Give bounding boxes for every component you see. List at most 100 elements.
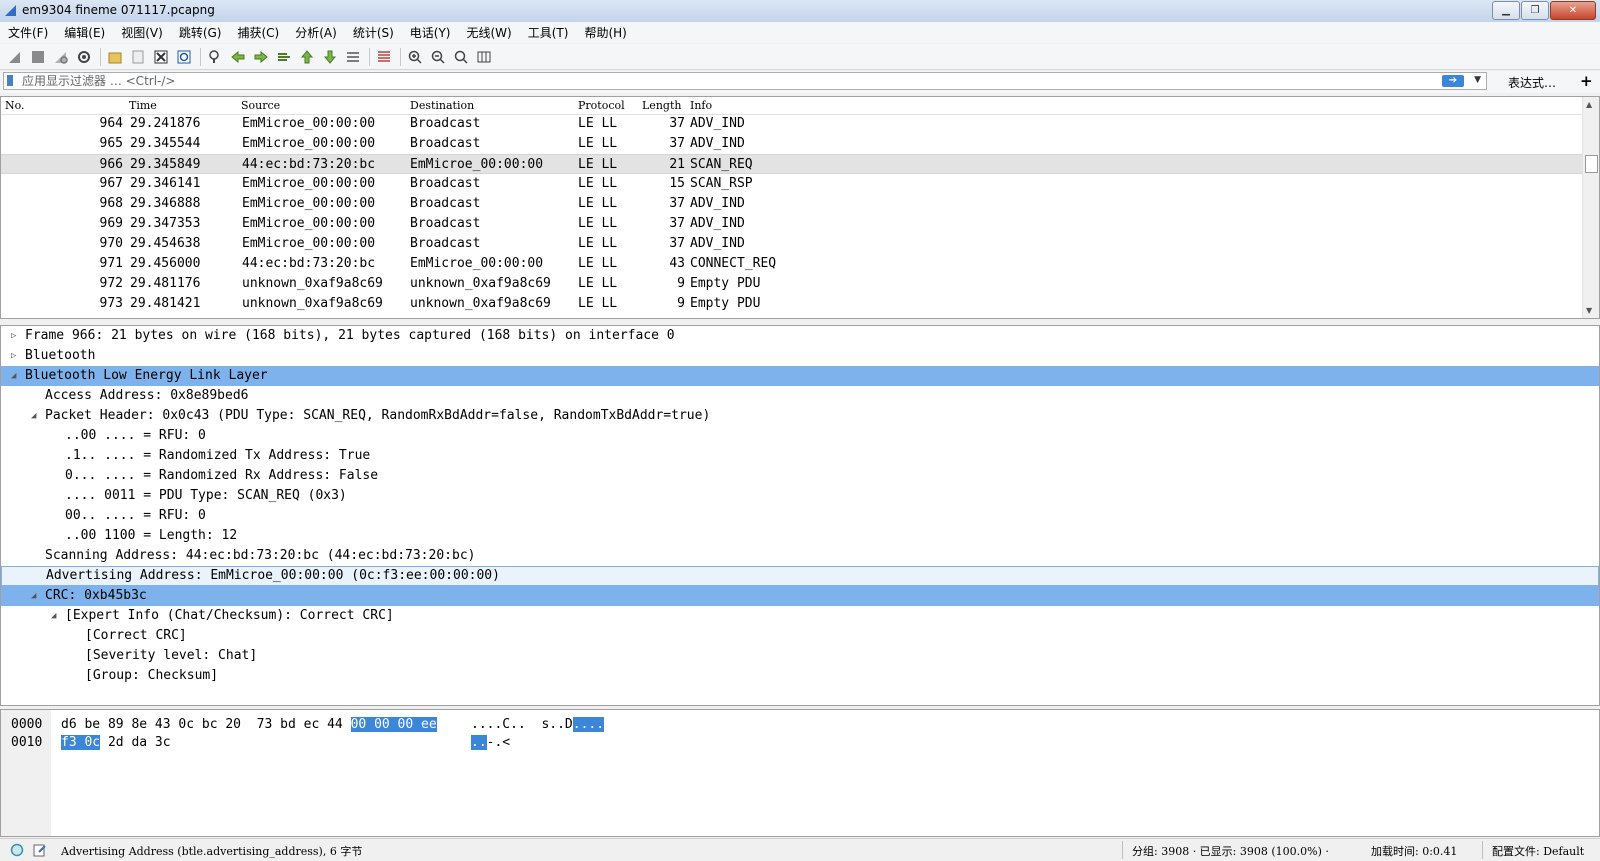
column-header-time[interactable]: Time [129, 99, 157, 112]
menu-item[interactable]: 编辑(E) [56, 24, 113, 41]
column-header-protocol[interactable]: Protocol [578, 99, 625, 112]
table-row[interactable]: 967 29.346141 EmMicroe_00:00:00 Broadcast LE… [1, 174, 1585, 194]
zoom-out-button[interactable] [429, 48, 447, 66]
maximize-button[interactable]: ❐ [1521, 1, 1549, 20]
cell-destination: Broadcast [410, 116, 481, 131]
table-row[interactable]: 965 29.345544 EmMicroe_00:00:00 Broadcast LE… [1, 134, 1585, 154]
menu-item[interactable]: 文件(F) [0, 24, 56, 41]
detail-tree-item[interactable]: [Correct CRC] [1, 626, 1599, 646]
open-file-button[interactable] [106, 48, 124, 66]
detail-tree-item[interactable]: ◢ [Expert Info (Chat/Checksum): Correct C… [1, 606, 1599, 626]
detail-tree-item[interactable]: .1.. .... = Randomized Tx Address: True [1, 446, 1599, 466]
capture-options-button[interactable] [75, 48, 93, 66]
go-to-packet-button[interactable] [275, 48, 293, 66]
minimize-button[interactable]: ▁ [1492, 1, 1520, 20]
capture-comment-icon[interactable] [33, 843, 47, 857]
table-row[interactable]: 968 29.346888 EmMicroe_00:00:00 Broadcast LE… [1, 194, 1585, 214]
profile-text[interactable]: 配置文件: Default [1492, 843, 1584, 859]
column-header-no[interactable]: No. [5, 99, 25, 112]
menu-item[interactable]: 捕获(C) [229, 24, 287, 41]
expert-info-icon[interactable] [10, 843, 24, 857]
collapsed-triangle-icon[interactable]: ▷ [11, 346, 16, 366]
add-filter-button[interactable]: + [1580, 72, 1593, 90]
detail-tree-item[interactable]: ◢ Bluetooth Low Energy Link Layer [1, 366, 1599, 386]
normal-size-button[interactable] [452, 48, 470, 66]
find-packet-button[interactable] [206, 48, 224, 66]
cell-length: 37 [669, 236, 685, 251]
scroll-down-icon[interactable]: ▼ [1586, 306, 1592, 315]
table-row[interactable]: 966 29.345849 44:ec:bd:73:20:bc EmMicroe_00… [1, 154, 1585, 174]
bookmark-icon[interactable] [7, 75, 13, 86]
save-file-button[interactable] [129, 48, 147, 66]
table-row[interactable]: 969 29.347353 EmMicroe_00:00:00 Broadcast LE… [1, 214, 1585, 234]
table-row[interactable]: 970 29.454638 EmMicroe_00:00:00 Broadcast LE… [1, 234, 1585, 254]
chevron-down-icon[interactable]: ▼ [1474, 75, 1481, 85]
zoom-in-button[interactable] [406, 48, 424, 66]
autoscroll-button[interactable] [344, 48, 362, 66]
detail-tree-item[interactable]: Scanning Address: 44:ec:bd:73:20:bc (44:… [1, 546, 1599, 566]
detail-tree-item[interactable]: Access Address: 0x8e89bed6 [1, 386, 1599, 406]
menu-item[interactable]: 跳转(G) [171, 24, 230, 41]
go-back-button[interactable] [229, 48, 247, 66]
expression-button[interactable]: 表达式… [1508, 74, 1556, 91]
apply-filter-icon[interactable]: ➔ [1442, 75, 1464, 87]
expanded-triangle-icon[interactable]: ◢ [11, 366, 16, 386]
ascii-bytes[interactable]: ..-.< [471, 734, 510, 752]
menu-item[interactable]: 电话(Y) [402, 24, 459, 41]
close-file-button[interactable] [152, 48, 170, 66]
go-forward-button[interactable] [252, 48, 270, 66]
detail-tree-item[interactable]: [Group: Checksum] [1, 666, 1599, 686]
collapsed-triangle-icon[interactable]: ▷ [11, 326, 16, 346]
hex-bytes[interactable]: f3 0c 2d da 3c [61, 734, 171, 752]
last-packet-button[interactable] [321, 48, 339, 66]
ascii-bytes[interactable]: ....C.. s..D.... [471, 716, 605, 734]
expanded-triangle-icon[interactable]: ◢ [31, 586, 36, 606]
detail-tree-item[interactable]: [Severity level: Chat] [1, 646, 1599, 666]
detail-tree-item[interactable]: ◢ Packet Header: 0x0c43 (PDU Type: SCAN_R… [1, 406, 1599, 426]
reload-file-button[interactable] [175, 48, 193, 66]
first-packet-button[interactable] [298, 48, 316, 66]
table-row[interactable]: 972 29.481176 unknown_0xaf9a8c69 unknown_0x… [1, 274, 1585, 294]
colorize-button[interactable] [375, 48, 393, 66]
column-header-info[interactable]: Info [690, 99, 712, 112]
menu-item[interactable]: 工具(T) [520, 24, 577, 41]
table-row[interactable]: 973 29.481421 unknown_0xaf9a8c69 unknown_0x… [1, 294, 1585, 314]
scroll-up-icon[interactable]: ▲ [1586, 100, 1592, 109]
detail-tree-item[interactable]: ▷ Bluetooth [1, 346, 1599, 366]
column-header-length[interactable]: Length [642, 99, 681, 112]
packet-list-scrollbar[interactable]: ▲ ▼ [1582, 97, 1599, 318]
display-filter-input[interactable] [22, 73, 1442, 89]
start-capture-button[interactable] [6, 48, 24, 66]
resize-columns-button[interactable] [475, 48, 493, 66]
close-button[interactable]: ✕ [1550, 1, 1596, 20]
menu-item[interactable]: 帮助(H) [576, 24, 634, 41]
detail-tree-item[interactable]: ..00 .... = RFU: 0 [1, 426, 1599, 446]
detail-tree-item[interactable]: .... 0011 = PDU Type: SCAN_REQ (0x3) [1, 486, 1599, 506]
table-row[interactable]: 964 29.241876 EmMicroe_00:00:00 Broadcast LE… [1, 114, 1585, 134]
expanded-triangle-icon[interactable]: ◢ [31, 406, 36, 426]
status-separator [1122, 841, 1123, 859]
menu-item[interactable]: 视图(V) [113, 24, 171, 41]
cell-time: 29.345544 [130, 136, 201, 151]
detail-tree-item[interactable]: ◢ CRC: 0xb45b3c [1, 586, 1599, 606]
expanded-triangle-icon[interactable]: ◢ [51, 606, 56, 626]
menu-item[interactable]: 分析(A) [287, 24, 345, 41]
load-time-text: 加载时间: 0:0.41 [1371, 845, 1458, 858]
stop-capture-button[interactable] [29, 48, 47, 66]
menu-item[interactable]: 统计(S) [345, 24, 402, 41]
detail-tree-item[interactable]: 0... .... = Randomized Rx Address: False [1, 466, 1599, 486]
hex-bytes[interactable]: d6 be 89 8e 43 0c bc 20 73 bd ec 44 00 0… [61, 716, 437, 734]
detail-tree-item[interactable]: ▷ Frame 966: 21 bytes on wire (168 bits),… [1, 326, 1599, 346]
restart-capture-button[interactable] [52, 48, 70, 66]
detail-tree-item[interactable]: 00.. .... = RFU: 0 [1, 506, 1599, 526]
status-bar: Advertising Address (btle.advertising_ad… [0, 838, 1600, 861]
column-header-destination[interactable]: Destination [410, 99, 474, 112]
hex-highlight: f3 0c [61, 735, 101, 750]
column-header-source[interactable]: Source [241, 99, 280, 112]
cell-length: 37 [669, 196, 685, 211]
detail-tree-item[interactable]: ..00 1100 = Length: 12 [1, 526, 1599, 546]
table-row[interactable]: 971 29.456000 44:ec:bd:73:20:bc EmMicroe_00… [1, 254, 1585, 274]
menu-item[interactable]: 无线(W) [459, 24, 520, 41]
scrollbar-thumb[interactable] [1585, 155, 1598, 173]
detail-tree-item[interactable]: Advertising Address: EmMicroe_00:00:00 (… [1, 566, 1599, 586]
